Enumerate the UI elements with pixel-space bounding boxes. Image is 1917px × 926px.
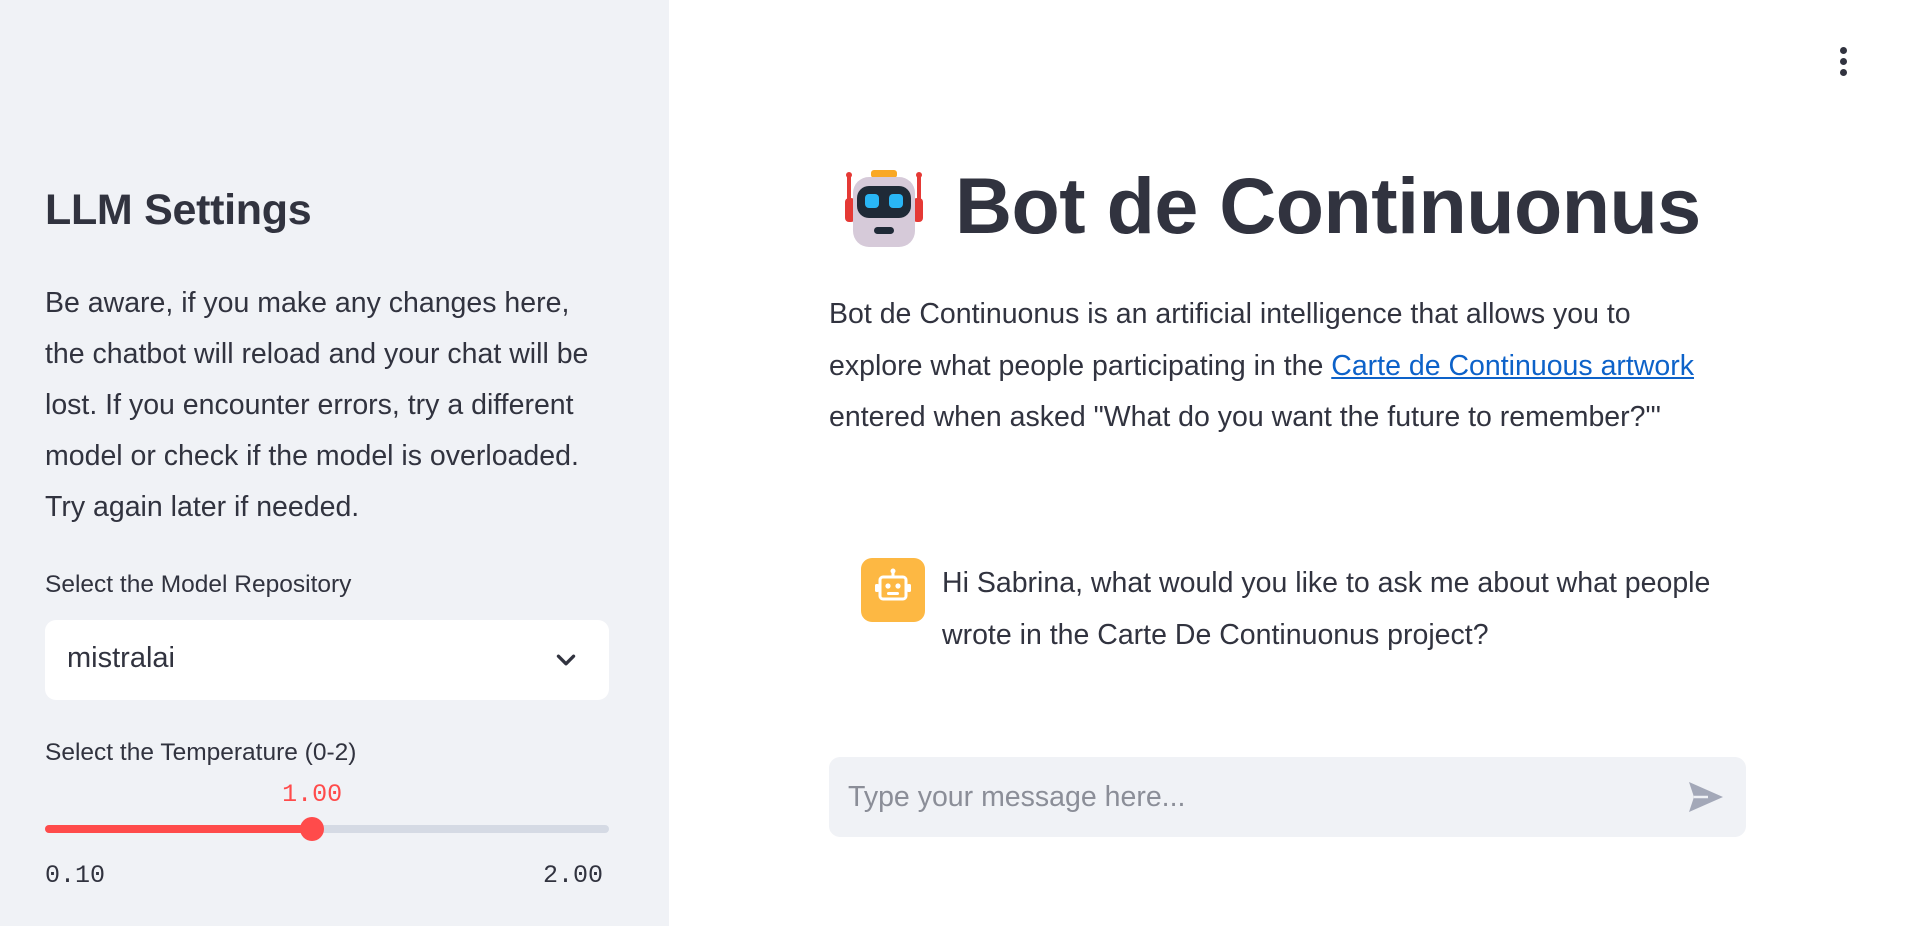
- robot-emoji-icon: [845, 170, 923, 247]
- temperature-slider-label: Select the Temperature (0-2): [45, 739, 357, 766]
- bot-message-text: Hi Sabrina, what would you like to ask m…: [942, 567, 1711, 651]
- sidebar: LLM Settings Be aware, if you make any c…: [0, 0, 669, 926]
- chat-input[interactable]: [829, 757, 1669, 837]
- chat-input-container: [829, 757, 1746, 837]
- model-select-value: mistralai: [67, 642, 175, 674]
- temperature-slider-min: 0.10: [45, 861, 106, 890]
- temperature-slider[interactable]: [45, 817, 609, 841]
- temperature-slider-max: 2.00: [543, 861, 604, 890]
- model-select[interactable]: mistralai: [45, 620, 609, 700]
- kebab-menu-icon[interactable]: [1826, 44, 1860, 80]
- model-select-label: Select the Model Repository: [45, 571, 352, 598]
- send-icon[interactable]: [1686, 777, 1726, 817]
- chevron-down-icon: [556, 654, 576, 666]
- bot-avatar: [861, 558, 925, 622]
- temperature-slider-fill: [45, 825, 313, 833]
- sidebar-warning-text: Be aware, if you make any changes here, …: [45, 287, 589, 523]
- temperature-slider-thumb[interactable]: [300, 817, 325, 841]
- intro-text-part2: entered when asked "What do you want the…: [829, 401, 1662, 433]
- carte-de-continuous-link[interactable]: Carte de Continuous artwork: [1331, 350, 1694, 382]
- app-root: LLM Settings Be aware, if you make any c…: [0, 0, 1917, 926]
- sidebar-title: LLM Settings: [45, 186, 312, 234]
- robot-avatar-icon: [875, 568, 911, 601]
- page-title: Bot de Continuonus: [955, 161, 1701, 250]
- intro-text: Bot de Continuonus is an artificial inte…: [829, 289, 1729, 444]
- temperature-slider-value: 1.00: [282, 780, 343, 809]
